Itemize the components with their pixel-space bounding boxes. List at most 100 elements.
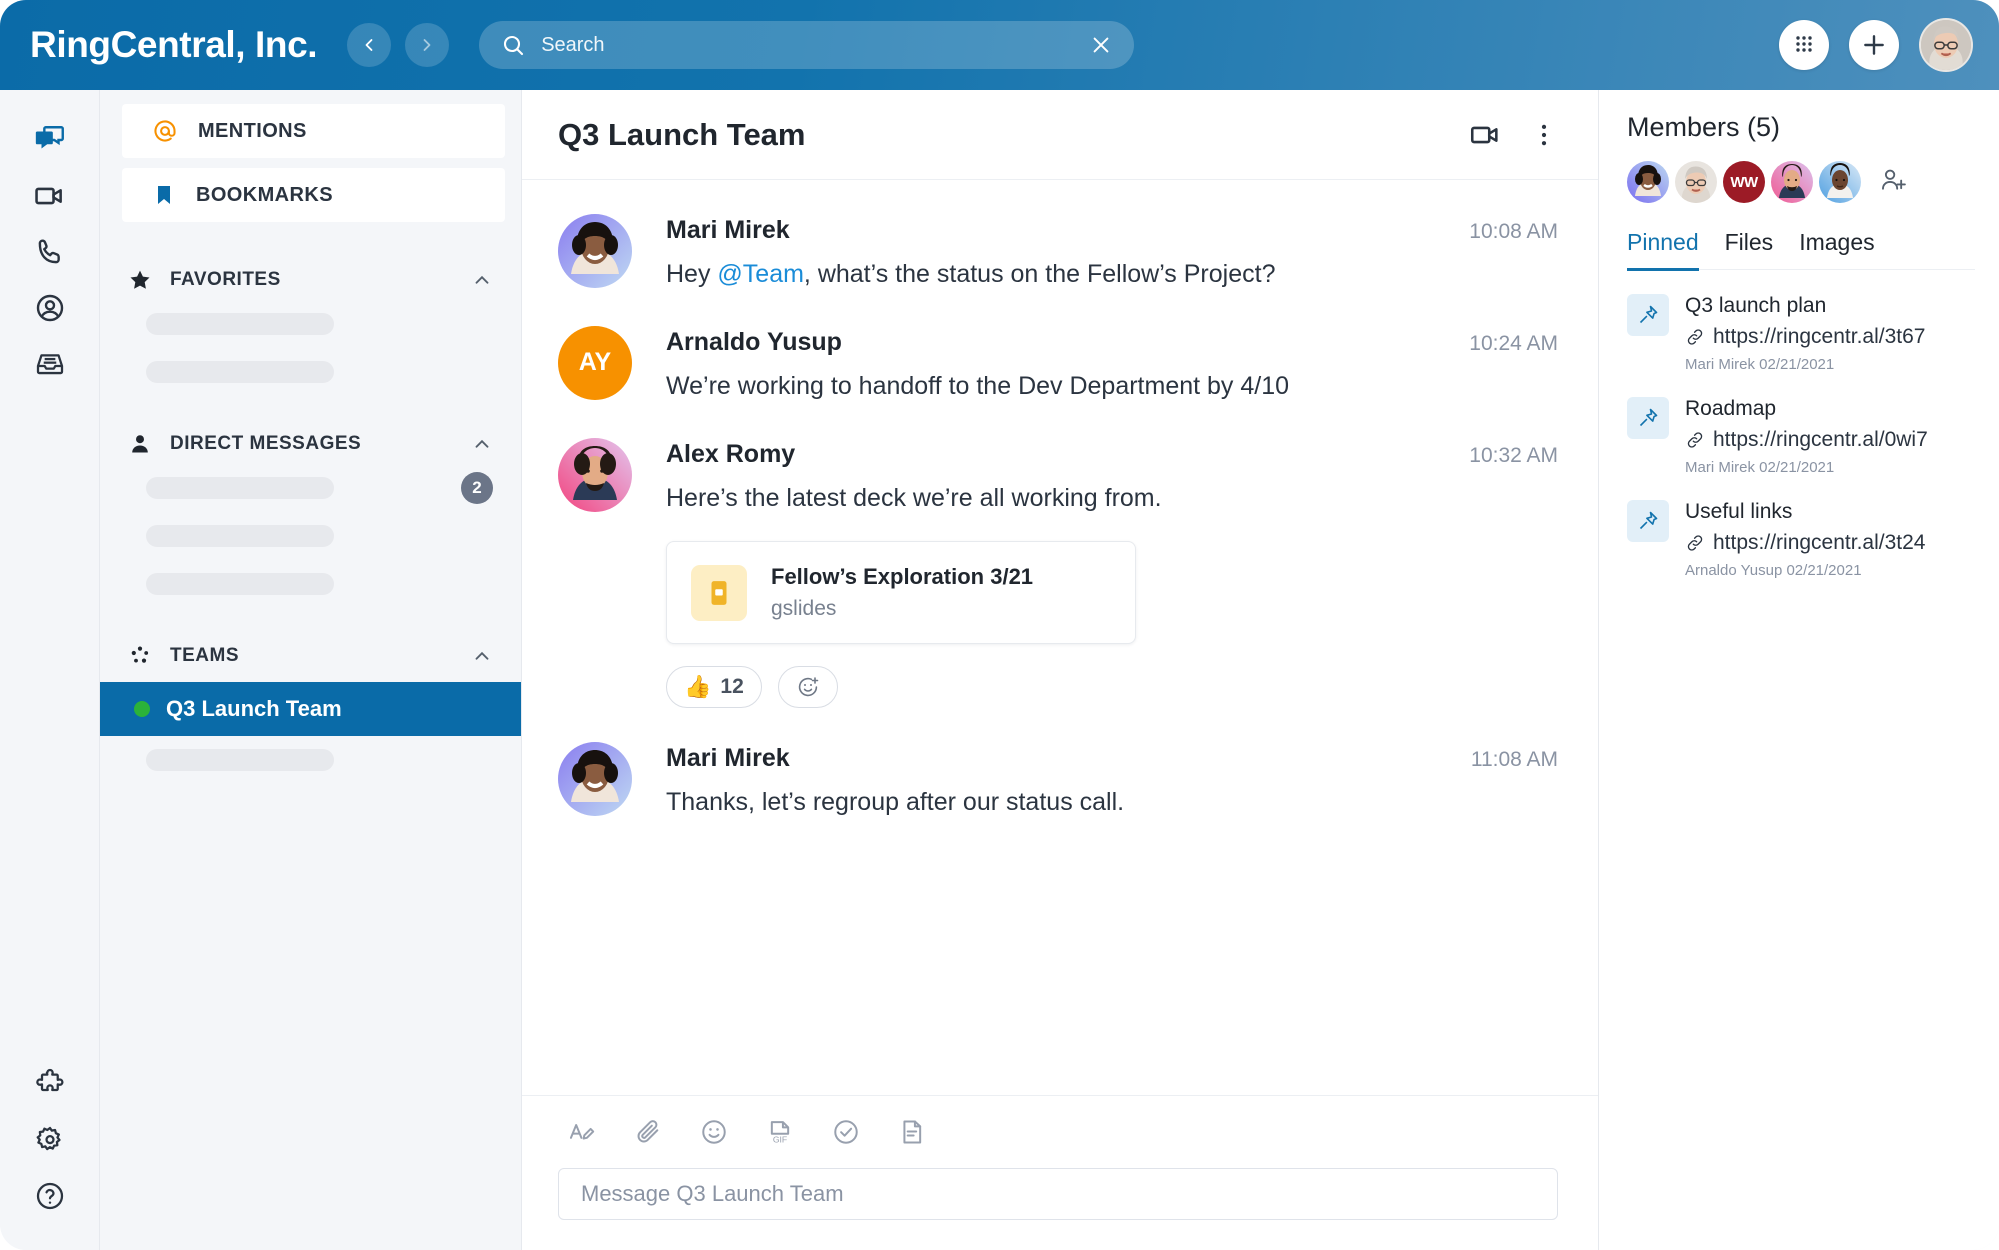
member-avatar[interactable] xyxy=(1819,161,1861,203)
check-circle-icon[interactable] xyxy=(832,1118,860,1146)
member-avatar[interactable] xyxy=(1675,161,1717,203)
details-tabs: Pinned Files Images xyxy=(1627,229,1975,271)
avatar[interactable] xyxy=(558,437,632,512)
rail-item-message[interactable] xyxy=(18,112,82,168)
pinned-link: https://ringcentr.al/0wi7 xyxy=(1713,428,1928,451)
message-author: Arnaldo Yusup xyxy=(666,327,842,356)
search-bar[interactable]: Search xyxy=(479,21,1135,69)
close-icon[interactable] xyxy=(1090,34,1112,56)
sidebar-placeholder-item[interactable]: 2 xyxy=(100,464,521,512)
pinned-item[interactable]: Useful links https://ringcentr.al/3t24 A… xyxy=(1627,500,1975,579)
placeholder-bar xyxy=(146,573,334,595)
star-icon xyxy=(130,270,150,289)
sidebar-bookmarks-label: BOOKMARKS xyxy=(196,183,333,206)
svg-text:GIF: GIF xyxy=(773,1135,787,1145)
presence-dot-online xyxy=(134,701,150,717)
pinned-title: Useful links xyxy=(1685,500,1793,523)
forward-button[interactable] xyxy=(405,23,450,67)
add-member-button[interactable] xyxy=(1879,166,1907,199)
member-avatar[interactable]: WW xyxy=(1723,161,1765,203)
search-input[interactable]: Search xyxy=(541,34,1074,57)
text-format-icon[interactable] xyxy=(568,1118,596,1146)
member-avatar[interactable] xyxy=(1627,161,1669,203)
nav-buttons xyxy=(347,23,450,67)
back-button[interactable] xyxy=(347,23,392,67)
member-avatar[interactable] xyxy=(1771,161,1813,203)
message-input[interactable]: Message Q3 Launch Team xyxy=(558,1168,1558,1220)
app-body: MENTIONS BOOKMARKS FAVORITES DIRECT MESS… xyxy=(0,90,1999,1250)
details-panel: Members (5) WW Pinned Files Images Q3 la… xyxy=(1599,90,1999,1250)
file-info: Fellow’s Exploration 3/21 gslides xyxy=(771,564,1033,621)
video-camera-icon xyxy=(34,187,62,205)
more-vertical-icon[interactable] xyxy=(1530,121,1558,149)
rail-item-apps[interactable] xyxy=(18,1056,82,1112)
tab-images[interactable]: Images xyxy=(1799,229,1874,271)
message-time: 10:24 AM xyxy=(1469,331,1558,355)
message-input-placeholder: Message Q3 Launch Team xyxy=(581,1181,844,1206)
sidebar-item-q3-launch-team[interactable]: Q3 Launch Team xyxy=(100,682,521,736)
message-meta: Alex Romy 10:32 AM xyxy=(666,440,1558,469)
placeholder-bar xyxy=(146,313,334,335)
message-list: Mari Mirek 10:08 AM Hey @Team, what’s th… xyxy=(522,180,1598,1095)
chevron-up-icon[interactable] xyxy=(471,433,493,455)
paperclip-icon[interactable] xyxy=(634,1118,662,1146)
pinned-link-row[interactable]: https://ringcentr.al/3t24 xyxy=(1685,531,1925,555)
note-icon[interactable] xyxy=(898,1118,926,1146)
sidebar-placeholder-item[interactable] xyxy=(100,348,521,396)
pinned-link-row[interactable]: https://ringcentr.al/3t67 xyxy=(1685,325,1925,349)
chevron-up-icon[interactable] xyxy=(471,269,493,291)
puzzle-piece-icon xyxy=(35,1068,63,1092)
add-button[interactable] xyxy=(1849,20,1899,70)
dialpad-button[interactable] xyxy=(1779,20,1829,70)
sidebar-placeholder-item[interactable] xyxy=(100,560,521,608)
pinned-link-row[interactable]: https://ringcentr.al/0wi7 xyxy=(1685,428,1928,452)
sidebar-section-favorites[interactable]: FAVORITES xyxy=(100,260,521,300)
chevron-left-icon xyxy=(365,39,373,51)
pin-glyph-icon xyxy=(1639,408,1658,427)
chevron-up-icon[interactable] xyxy=(471,645,493,667)
composer-toolbar: GIF xyxy=(558,1118,1558,1146)
rail-item-video[interactable] xyxy=(18,168,82,224)
avatar[interactable] xyxy=(558,214,632,288)
avatar[interactable] xyxy=(558,742,632,817)
pinned-title: Q3 launch plan xyxy=(1685,294,1827,317)
avatar[interactable]: AY xyxy=(558,325,632,400)
page-title: Q3 Launch Team xyxy=(558,116,806,152)
gif-icon[interactable]: GIF xyxy=(766,1118,794,1146)
message-item: Mari Mirek 11:08 AM Thanks, let’s regrou… xyxy=(558,742,1558,820)
member-avatar-list: WW xyxy=(1627,161,1975,203)
sidebar-section-direct-messages[interactable]: DIRECT MESSAGES xyxy=(100,424,521,464)
sidebar-section-teams[interactable]: TEAMS xyxy=(100,636,521,676)
mention-link[interactable]: @Team xyxy=(717,260,804,288)
avatar[interactable] xyxy=(1919,18,1973,72)
member-5-avatar xyxy=(1819,161,1861,203)
message-author: Alex Romy xyxy=(666,439,796,468)
sidebar-placeholder-item[interactable] xyxy=(100,736,521,784)
file-attachment-card[interactable]: Fellow’s Exploration 3/21 gslides xyxy=(666,541,1136,645)
sidebar-placeholder-item[interactable] xyxy=(100,512,521,560)
add-person-icon xyxy=(1882,169,1906,190)
message-time: 10:32 AM xyxy=(1469,443,1558,467)
rail-item-settings[interactable] xyxy=(18,1112,82,1168)
tab-pinned[interactable]: Pinned xyxy=(1627,229,1699,271)
chat-bubbles-icon xyxy=(35,126,64,149)
tab-files[interactable]: Files xyxy=(1725,229,1774,271)
video-camera-icon[interactable] xyxy=(1468,118,1502,152)
search-icon xyxy=(504,35,524,56)
sidebar-item-bookmarks[interactable]: BOOKMARKS xyxy=(122,168,505,222)
sidebar-item-mentions[interactable]: MENTIONS xyxy=(122,104,505,158)
pinned-link: https://ringcentr.al/3t67 xyxy=(1713,325,1926,348)
smiley-icon[interactable] xyxy=(700,1118,728,1146)
message-author: Mari Mirek xyxy=(666,216,790,244)
add-reaction-button[interactable] xyxy=(777,666,838,709)
sidebar-placeholder-item[interactable] xyxy=(100,300,521,348)
rail-item-help[interactable] xyxy=(18,1168,82,1224)
reaction-thumbs-up[interactable]: 👍 12 xyxy=(666,666,762,709)
pinned-item[interactable]: Roadmap https://ringcentr.al/0wi7 Mari M… xyxy=(1627,397,1975,476)
sidebar-dm-label: DIRECT MESSAGES xyxy=(170,433,362,454)
rail-item-contacts[interactable] xyxy=(18,280,82,336)
rail-item-phone[interactable] xyxy=(18,224,82,280)
rail-item-inbox[interactable] xyxy=(18,336,82,392)
pinned-item[interactable]: Q3 launch plan https://ringcentr.al/3t67… xyxy=(1627,294,1975,373)
mari-mirek-avatar xyxy=(558,214,632,288)
